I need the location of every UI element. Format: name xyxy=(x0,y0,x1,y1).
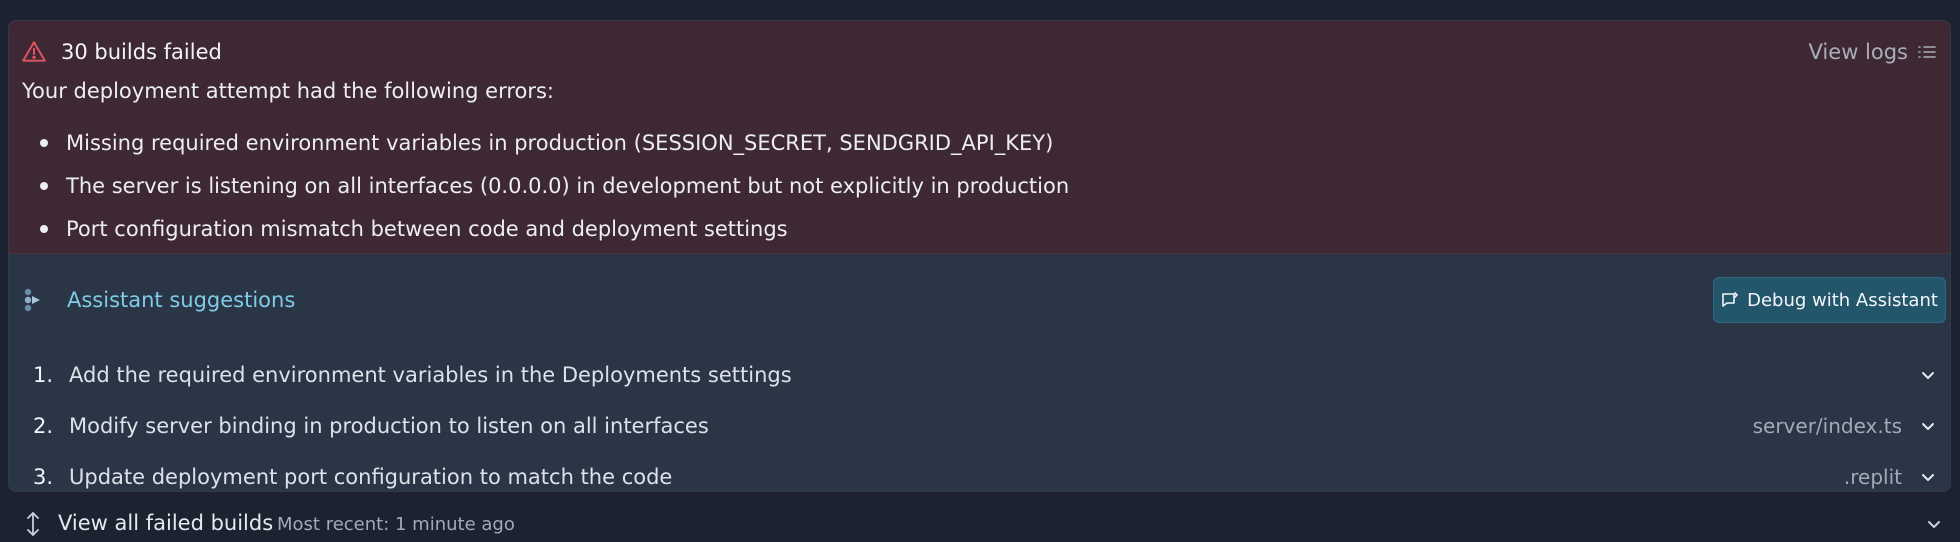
chat-icon xyxy=(1721,291,1739,309)
chevron-down-icon[interactable] xyxy=(1924,514,1944,534)
assistant-title: Assistant suggestions xyxy=(67,288,296,312)
suggestion-actions: .replit xyxy=(1844,451,1938,491)
suggestion-text: Modify server binding in production to l… xyxy=(69,413,709,438)
error-item: Port configuration mismatch between code… xyxy=(22,207,1069,250)
suggestion-number: 2. xyxy=(33,413,54,438)
error-item-text: Missing required environment variables i… xyxy=(66,130,1054,155)
suggestion-text: Add the required environment variables i… xyxy=(69,362,792,387)
suggestion-number: 1. xyxy=(33,362,54,387)
suggestion-item[interactable]: 2. Modify server binding in production t… xyxy=(33,400,1938,451)
suggestion-actions: server/index.ts xyxy=(1753,400,1938,451)
view-logs-button[interactable]: View logs xyxy=(1809,37,1938,67)
error-title: 30 builds failed xyxy=(61,40,222,64)
assistant-header: Assistant suggestions Debug with Assista… xyxy=(23,277,1946,323)
suggestion-number: 3. xyxy=(33,464,54,489)
bullet xyxy=(40,181,48,190)
debug-button-label: Debug with Assistant xyxy=(1747,289,1938,311)
error-list: Missing required environment variables i… xyxy=(22,121,1069,250)
suggestion-file[interactable]: server/index.ts xyxy=(1753,414,1902,438)
debug-with-assistant-button[interactable]: Debug with Assistant xyxy=(1713,277,1946,323)
warning-triangle-icon xyxy=(21,39,47,65)
error-item: The server is listening on all interface… xyxy=(22,164,1069,207)
suggestion-item[interactable]: 3. Update deployment port configuration … xyxy=(33,451,1938,491)
chevron-down-icon[interactable] xyxy=(1918,467,1938,487)
error-item-text: The server is listening on all interface… xyxy=(66,173,1070,198)
view-logs-label: View logs xyxy=(1808,40,1908,64)
bullet xyxy=(40,224,48,233)
expand-vertical-icon xyxy=(24,510,42,538)
suggestion-text: Update deployment port configuration to … xyxy=(69,464,673,489)
assistant-icon xyxy=(23,287,45,313)
view-all-failed-builds[interactable]: View all failed builds xyxy=(58,511,273,535)
assistant-suggestions-panel: Assistant suggestions Debug with Assista… xyxy=(9,255,1950,491)
suggestion-item[interactable]: 1. Add the required environment variable… xyxy=(33,349,1938,400)
error-panel: 30 builds failed View logs Your deployme… xyxy=(9,21,1950,254)
chevron-down-icon[interactable] xyxy=(1918,416,1938,436)
suggestion-file[interactable]: .replit xyxy=(1844,465,1902,489)
suggestion-list: 1. Add the required environment variable… xyxy=(33,349,1938,491)
error-header: 30 builds failed View logs xyxy=(21,37,1938,67)
deployment-failure-card: 30 builds failed View logs Your deployme… xyxy=(8,20,1951,492)
bullet xyxy=(40,138,48,147)
error-intro: Your deployment attempt had the followin… xyxy=(22,79,555,103)
list-icon xyxy=(1916,41,1938,63)
suggestion-actions xyxy=(1918,349,1938,400)
failed-builds-footer[interactable]: View all failed builds Most recent: 1 mi… xyxy=(0,500,1960,542)
most-recent-label: Most recent: 1 minute ago xyxy=(277,514,515,535)
chevron-down-icon[interactable] xyxy=(1918,365,1938,385)
error-item-text: Port configuration mismatch between code… xyxy=(66,216,788,241)
error-item: Missing required environment variables i… xyxy=(22,121,1069,164)
